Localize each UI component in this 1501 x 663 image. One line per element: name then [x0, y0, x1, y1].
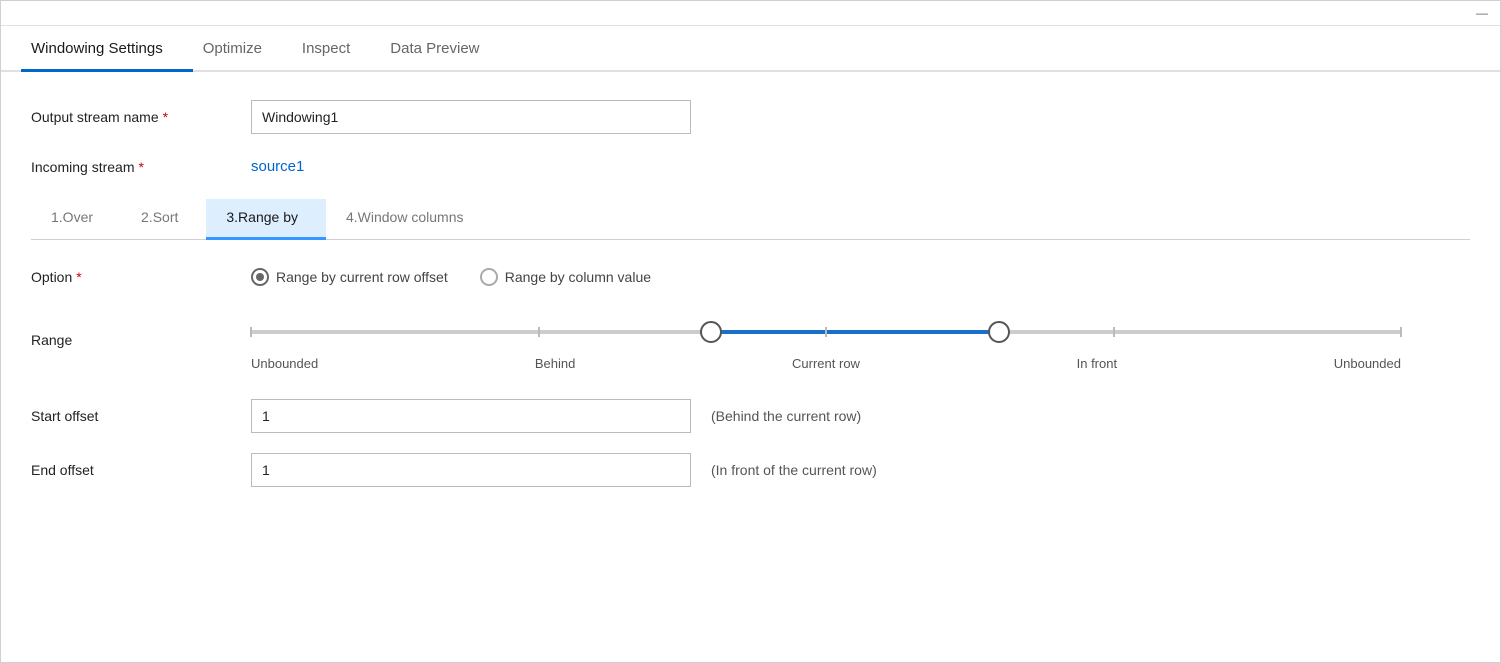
start-offset-hint: (Behind the current row) — [711, 408, 861, 424]
option-required: * — [76, 269, 81, 285]
tab-windowing-settings[interactable]: Windowing Settings — [21, 26, 193, 72]
slider-tick-0 — [250, 327, 252, 337]
slider-tick-25 — [538, 327, 540, 337]
slider-track-wrapper[interactable] — [251, 314, 1401, 350]
start-offset-label: Start offset — [31, 408, 251, 424]
radio-label-row-offset: Range by current row offset — [276, 269, 448, 285]
start-offset-input[interactable] — [251, 399, 691, 433]
range-label: Range — [31, 314, 251, 348]
slider-labels: Unbounded Behind Current row In front Un… — [251, 356, 1401, 371]
slider-label-behind: Behind — [535, 356, 575, 371]
incoming-stream-required: * — [138, 159, 143, 175]
slider-label-in-front: In front — [1077, 356, 1117, 371]
tab-data-preview[interactable]: Data Preview — [380, 26, 509, 72]
end-offset-hint: (In front of the current row) — [711, 462, 877, 478]
step-tab-range-by[interactable]: 3.Range by — [206, 199, 326, 240]
step-tab-sort[interactable]: 2.Sort — [121, 199, 206, 240]
option-label: Option* — [31, 269, 251, 285]
range-row: Range Unbound — [31, 314, 1470, 371]
content-area: Output stream name* Incoming stream* sou… — [1, 72, 1500, 662]
step-tab-over[interactable]: 1.Over — [31, 199, 121, 240]
output-stream-input[interactable] — [251, 100, 691, 134]
slider-tick-50 — [825, 327, 827, 337]
start-offset-row: Start offset (Behind the current row) — [31, 399, 1470, 433]
tab-optimize[interactable]: Optimize — [193, 26, 292, 72]
slider-thumb-end[interactable] — [988, 321, 1010, 343]
range-slider-container: Unbounded Behind Current row In front Un… — [251, 314, 1401, 371]
title-bar: — — [1, 1, 1500, 26]
end-offset-row: End offset (In front of the current row) — [31, 453, 1470, 487]
incoming-stream-label: Incoming stream* — [31, 159, 251, 175]
radio-item-column-value[interactable]: Range by column value — [480, 268, 651, 286]
step-tab-window-columns[interactable]: 4.Window columns — [326, 199, 492, 240]
end-offset-input[interactable] — [251, 453, 691, 487]
slider-label-unbounded-end: Unbounded — [1334, 356, 1401, 371]
main-tabs: Windowing Settings Optimize Inspect Data… — [1, 26, 1500, 72]
slider-label-current-row: Current row — [792, 356, 860, 371]
output-stream-label: Output stream name* — [31, 109, 251, 125]
slider-tick-100 — [1400, 327, 1402, 337]
option-row: Option* Range by current row offset Rang… — [31, 268, 1470, 286]
incoming-stream-row: Incoming stream* source1 — [31, 158, 1470, 175]
output-stream-required: * — [163, 109, 168, 125]
radio-label-column-value: Range by column value — [505, 269, 651, 285]
slider-track-fill — [711, 330, 999, 334]
incoming-stream-link[interactable]: source1 — [251, 158, 304, 175]
slider-thumb-start[interactable] — [700, 321, 722, 343]
minimize-button[interactable]: — — [1472, 5, 1492, 21]
slider-label-unbounded-start: Unbounded — [251, 356, 318, 371]
option-radio-group: Range by current row offset Range by col… — [251, 268, 651, 286]
radio-circle-row-offset — [251, 268, 269, 286]
radio-circle-column-value — [480, 268, 498, 286]
step-tabs: 1.Over 2.Sort 3.Range by 4.Window column… — [31, 199, 1470, 240]
slider-tick-75 — [1113, 327, 1115, 337]
tab-inspect[interactable]: Inspect — [292, 26, 380, 72]
end-offset-label: End offset — [31, 462, 251, 478]
main-window: — Windowing Settings Optimize Inspect Da… — [0, 0, 1501, 663]
radio-item-row-offset[interactable]: Range by current row offset — [251, 268, 448, 286]
output-stream-row: Output stream name* — [31, 100, 1470, 134]
